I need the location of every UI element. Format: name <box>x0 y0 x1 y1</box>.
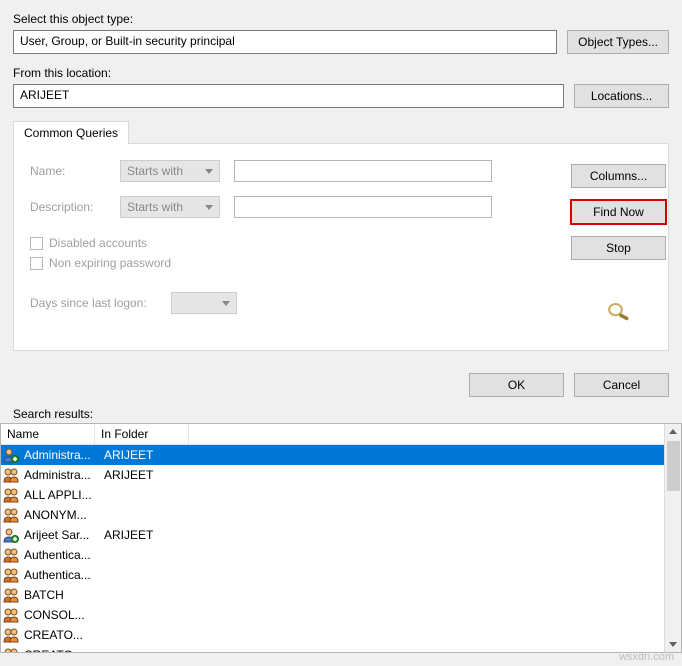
result-row[interactable]: ANONYM... <box>1 505 664 525</box>
col-name[interactable]: Name <box>1 424 95 444</box>
row-name: Arijeet Sar... <box>24 528 98 542</box>
result-row[interactable]: Authentica... <box>1 565 664 585</box>
result-row[interactable]: ALL APPLI... <box>1 485 664 505</box>
result-row[interactable]: CREATO... <box>1 625 664 645</box>
scroll-up-icon[interactable] <box>669 429 677 434</box>
chevron-down-icon <box>205 169 213 174</box>
result-row[interactable]: Authentica... <box>1 545 664 565</box>
row-folder: ARIJEET <box>98 528 153 542</box>
search-results-label: Search results: <box>0 407 682 421</box>
group-icon <box>3 627 21 643</box>
scroll-down-icon[interactable] <box>669 642 677 647</box>
disabled-accounts-label: Disabled accounts <box>49 236 147 250</box>
name-filter-label: Name: <box>30 164 106 178</box>
row-name: CREATO... <box>24 628 98 642</box>
non-expiring-checkbox[interactable] <box>30 257 43 270</box>
group-icon <box>3 647 21 652</box>
location-label: From this location: <box>13 66 669 80</box>
group-icon <box>3 587 21 603</box>
result-row[interactable]: CONSOL... <box>1 605 664 625</box>
location-input[interactable]: ARIJEET <box>13 84 564 108</box>
row-name: ANONYM... <box>24 508 98 522</box>
group-icon <box>3 487 21 503</box>
result-row[interactable]: CREATO... <box>1 645 664 652</box>
result-row[interactable]: Administra...ARIJEET <box>1 465 664 485</box>
object-type-label: Select this object type: <box>13 12 669 26</box>
object-type-input[interactable]: User, Group, or Built-in security princi… <box>13 30 557 54</box>
row-folder: ARIJEET <box>98 448 153 462</box>
find-now-button[interactable]: Find Now <box>571 200 666 224</box>
object-types-button[interactable]: Object Types... <box>567 30 669 54</box>
description-filter-label: Description: <box>30 200 106 214</box>
row-name: Administra... <box>24 468 98 482</box>
result-row[interactable]: BATCH <box>1 585 664 605</box>
result-row[interactable]: Arijeet Sar...ARIJEET <box>1 525 664 545</box>
group-icon <box>3 607 21 623</box>
row-folder: ARIJEET <box>98 468 153 482</box>
results-list: Name In Folder Administra...ARIJEETAdmin… <box>0 423 682 653</box>
name-mode-combo[interactable]: Starts with <box>120 160 220 182</box>
results-header: Name In Folder <box>1 424 664 445</box>
row-name: Authentica... <box>24 548 98 562</box>
row-name: Administra... <box>24 448 98 462</box>
disabled-accounts-checkbox[interactable] <box>30 237 43 250</box>
col-folder[interactable]: In Folder <box>95 424 189 444</box>
group-icon <box>3 547 21 563</box>
result-row[interactable]: Administra...ARIJEET <box>1 445 664 465</box>
columns-button[interactable]: Columns... <box>571 164 666 188</box>
ok-button[interactable]: OK <box>469 373 564 397</box>
user-icon <box>3 527 21 543</box>
row-name: ALL APPLI... <box>24 488 98 502</box>
search-icon <box>605 300 633 322</box>
scrollbar[interactable] <box>664 424 681 652</box>
cancel-button[interactable]: Cancel <box>574 373 669 397</box>
days-since-logon-combo[interactable] <box>171 292 237 314</box>
row-name: CONSOL... <box>24 608 98 622</box>
row-name: CREATO... <box>24 648 98 652</box>
name-filter-input[interactable] <box>234 160 492 182</box>
watermark: wsxdn.com <box>619 651 674 663</box>
stop-button[interactable]: Stop <box>571 236 666 260</box>
scroll-thumb[interactable] <box>667 441 680 491</box>
chevron-down-icon <box>222 301 230 306</box>
non-expiring-label: Non expiring password <box>49 256 171 270</box>
locations-button[interactable]: Locations... <box>574 84 669 108</box>
group-icon <box>3 567 21 583</box>
group-icon <box>3 507 21 523</box>
chevron-down-icon <box>205 205 213 210</box>
days-since-logon-label: Days since last logon: <box>30 296 147 310</box>
row-name: BATCH <box>24 588 98 602</box>
description-filter-input[interactable] <box>234 196 492 218</box>
group-icon <box>3 467 21 483</box>
row-name: Authentica... <box>24 568 98 582</box>
tab-common-queries[interactable]: Common Queries <box>13 121 129 144</box>
description-mode-combo[interactable]: Starts with <box>120 196 220 218</box>
user-icon <box>3 447 21 463</box>
